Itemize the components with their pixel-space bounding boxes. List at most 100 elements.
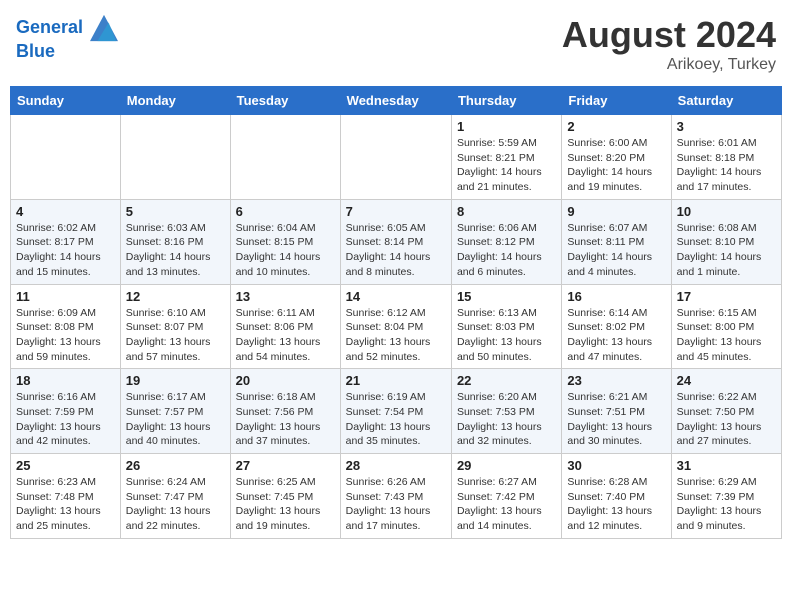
calendar-day-empty [11,115,121,200]
calendar-week-3: 11Sunrise: 6:09 AMSunset: 8:08 PMDayligh… [11,284,782,369]
weekday-header-sunday: Sunday [11,87,121,115]
calendar-day-7: 7 Sunrise: 6:05 AMSunset: 8:14 PMDaylight… [340,199,451,284]
day-info: Sunrise: 6:24 AMSunset: 7:47 PMDaylight:… [126,475,225,534]
page-header: General Blue August 2024 Arikoey, Turkey [10,10,782,78]
day-number: 18 [16,373,115,388]
calendar-week-1: 1Sunrise: 5:59 AMSunset: 8:21 PMDaylight… [11,115,782,200]
day-number: 20 [236,373,335,388]
weekday-header-thursday: Thursday [451,87,561,115]
calendar-day-28: 28Sunrise: 6:26 AMSunset: 7:43 PMDayligh… [340,454,451,539]
day-info: Sunrise: 6:29 AMSunset: 7:39 PMDaylight:… [677,475,776,534]
calendar-day-13: 13 Sunrise: 6:11 AMSunset: 8:06 PMDayligh… [230,284,340,369]
day-number: 13 [236,289,335,304]
calendar-day-17: 17 Sunrise: 6:15 AMSunset: 8:00 PMDayligh… [671,284,781,369]
day-number: 11 [16,289,115,304]
calendar-day-30: 30 Sunrise: 6:28 AMSunset: 7:40 PMDayligh… [562,454,671,539]
calendar-day-8: 8 Sunrise: 6:06 AMSunset: 8:12 PMDaylight… [451,199,561,284]
day-number: 30 [567,458,665,473]
day-number: 10 [677,204,776,219]
day-info: Sunrise: 6:02 AMSunset: 8:17 PMDaylight:… [16,221,115,280]
calendar-day-24: 24 Sunrise: 6:22 AMSunset: 7:50 PMDayligh… [671,369,781,454]
calendar-day-1: 1Sunrise: 5:59 AMSunset: 8:21 PMDaylight… [451,115,561,200]
day-info: Sunrise: 6:12 AMSunset: 8:04 PMDaylight:… [346,306,446,365]
day-number: 24 [677,373,776,388]
day-info: Sunrise: 6:14 AMSunset: 8:02 PMDaylight:… [567,306,665,365]
calendar-day-25: 25Sunrise: 6:23 AMSunset: 7:48 PMDayligh… [11,454,121,539]
day-info: Sunrise: 6:22 AMSunset: 7:50 PMDaylight:… [677,390,776,449]
day-info: Sunrise: 6:10 AMSunset: 8:07 PMDaylight:… [126,306,225,365]
calendar-day-31: 31Sunrise: 6:29 AMSunset: 7:39 PMDayligh… [671,454,781,539]
weekday-header-saturday: Saturday [671,87,781,115]
calendar-day-20: 20 Sunrise: 6:18 AMSunset: 7:56 PMDayligh… [230,369,340,454]
day-number: 12 [126,289,225,304]
day-info: Sunrise: 6:00 AMSunset: 8:20 PMDaylight:… [567,136,665,195]
day-number: 7 [346,204,446,219]
calendar-day-16: 16 Sunrise: 6:14 AMSunset: 8:02 PMDayligh… [562,284,671,369]
calendar-day-empty [120,115,230,200]
day-info: Sunrise: 6:28 AMSunset: 7:40 PMDaylight:… [567,475,665,534]
day-info: Sunrise: 6:03 AMSunset: 8:16 PMDaylight:… [126,221,225,280]
day-info: Sunrise: 6:15 AMSunset: 8:00 PMDaylight:… [677,306,776,365]
weekday-header-friday: Friday [562,87,671,115]
calendar-day-12: 12 Sunrise: 6:10 AMSunset: 8:07 PMDayligh… [120,284,230,369]
day-info: Sunrise: 6:18 AMSunset: 7:56 PMDaylight:… [236,390,335,449]
month-year: August 2024 [562,14,776,56]
logo-text: General [16,14,118,42]
calendar-week-5: 25Sunrise: 6:23 AMSunset: 7:48 PMDayligh… [11,454,782,539]
calendar-day-15: 15Sunrise: 6:13 AMSunset: 8:03 PMDayligh… [451,284,561,369]
day-info: Sunrise: 6:26 AMSunset: 7:43 PMDaylight:… [346,475,446,534]
calendar-day-4: 4 Sunrise: 6:02 AMSunset: 8:17 PMDaylight… [11,199,121,284]
logo-text2: Blue [16,42,118,62]
day-number: 6 [236,204,335,219]
calendar-day-29: 29Sunrise: 6:27 AMSunset: 7:42 PMDayligh… [451,454,561,539]
calendar-day-27: 27 Sunrise: 6:25 AMSunset: 7:45 PMDayligh… [230,454,340,539]
calendar-day-22: 22Sunrise: 6:20 AMSunset: 7:53 PMDayligh… [451,369,561,454]
calendar-day-2: 2 Sunrise: 6:00 AMSunset: 8:20 PMDaylight… [562,115,671,200]
day-number: 4 [16,204,115,219]
calendar-week-4: 18 Sunrise: 6:16 AMSunset: 7:59 PMDayligh… [11,369,782,454]
day-number: 5 [126,204,225,219]
day-info: Sunrise: 6:07 AMSunset: 8:11 PMDaylight:… [567,221,665,280]
location: Arikoey, Turkey [562,56,776,74]
day-info: Sunrise: 6:01 AMSunset: 8:18 PMDaylight:… [677,136,776,195]
day-number: 9 [567,204,665,219]
day-number: 8 [457,204,556,219]
day-info: Sunrise: 6:11 AMSunset: 8:06 PMDaylight:… [236,306,335,365]
weekday-header-wednesday: Wednesday [340,87,451,115]
day-number: 14 [346,289,446,304]
logo: General Blue [16,14,118,62]
calendar-day-empty [340,115,451,200]
day-info: Sunrise: 6:19 AMSunset: 7:54 PMDaylight:… [346,390,446,449]
day-number: 2 [567,119,665,134]
weekday-header-row: SundayMondayTuesdayWednesdayThursdayFrid… [11,87,782,115]
day-info: Sunrise: 6:27 AMSunset: 7:42 PMDaylight:… [457,475,556,534]
day-info: Sunrise: 6:17 AMSunset: 7:57 PMDaylight:… [126,390,225,449]
day-info: Sunrise: 6:16 AMSunset: 7:59 PMDaylight:… [16,390,115,449]
calendar-day-23: 23 Sunrise: 6:21 AMSunset: 7:51 PMDayligh… [562,369,671,454]
day-info: Sunrise: 6:21 AMSunset: 7:51 PMDaylight:… [567,390,665,449]
day-number: 17 [677,289,776,304]
calendar-day-26: 26 Sunrise: 6:24 AMSunset: 7:47 PMDayligh… [120,454,230,539]
day-number: 26 [126,458,225,473]
day-number: 3 [677,119,776,134]
day-info: Sunrise: 6:25 AMSunset: 7:45 PMDaylight:… [236,475,335,534]
day-number: 16 [567,289,665,304]
calendar-day-19: 19 Sunrise: 6:17 AMSunset: 7:57 PMDayligh… [120,369,230,454]
day-info: Sunrise: 6:13 AMSunset: 8:03 PMDaylight:… [457,306,556,365]
day-number: 19 [126,373,225,388]
calendar-day-5: 5 Sunrise: 6:03 AMSunset: 8:16 PMDaylight… [120,199,230,284]
day-number: 25 [16,458,115,473]
day-info: Sunrise: 6:08 AMSunset: 8:10 PMDaylight:… [677,221,776,280]
day-info: Sunrise: 6:04 AMSunset: 8:15 PMDaylight:… [236,221,335,280]
calendar-day-21: 21Sunrise: 6:19 AMSunset: 7:54 PMDayligh… [340,369,451,454]
calendar-day-3: 3 Sunrise: 6:01 AMSunset: 8:18 PMDaylight… [671,115,781,200]
calendar-day-14: 14 Sunrise: 6:12 AMSunset: 8:04 PMDayligh… [340,284,451,369]
day-number: 27 [236,458,335,473]
day-info: Sunrise: 6:06 AMSunset: 8:12 PMDaylight:… [457,221,556,280]
calendar-day-6: 6 Sunrise: 6:04 AMSunset: 8:15 PMDaylight… [230,199,340,284]
day-info: Sunrise: 6:05 AMSunset: 8:14 PMDaylight:… [346,221,446,280]
day-number: 1 [457,119,556,134]
day-number: 23 [567,373,665,388]
calendar-day-11: 11Sunrise: 6:09 AMSunset: 8:08 PMDayligh… [11,284,121,369]
day-number: 22 [457,373,556,388]
